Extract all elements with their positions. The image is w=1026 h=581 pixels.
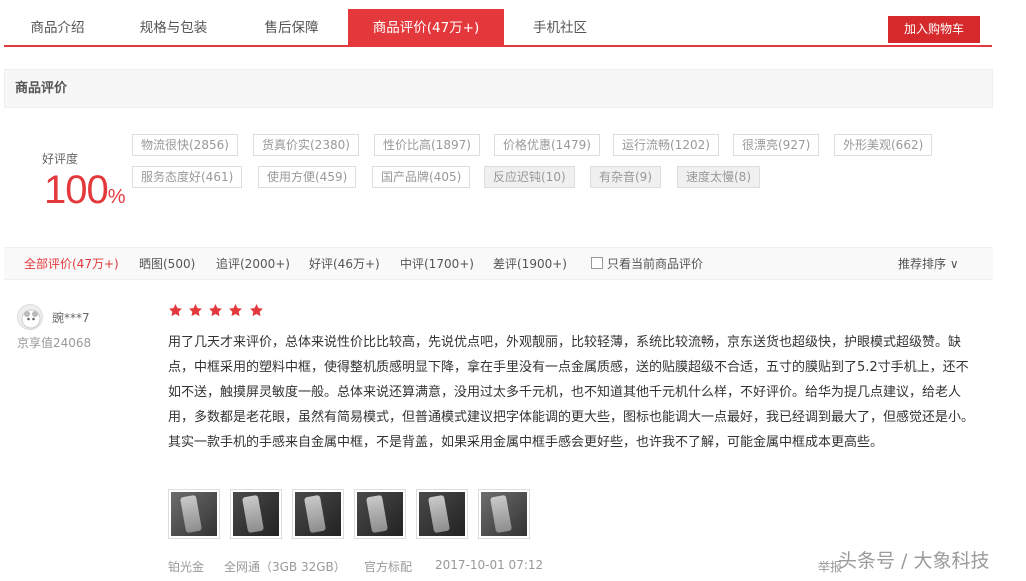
section-title: 商品评价 [4, 69, 993, 108]
review-meta-version: 全网通（3GB 32GB） [224, 560, 346, 574]
review-meta-color: 铂光金 [168, 560, 205, 574]
filter-neutral[interactable]: 中评(1700+) [400, 248, 474, 281]
tag-item[interactable]: 外形美观(662) [834, 134, 933, 156]
tag-item[interactable]: 价格优惠(1479) [494, 134, 600, 156]
tab-after-sales[interactable]: 售后保障 [236, 9, 347, 45]
review-image-thumb[interactable] [354, 489, 406, 539]
chevron-down-icon: ∨ [949, 257, 959, 271]
review-image-thumb[interactable] [478, 489, 530, 539]
rating-value: 100% [44, 166, 126, 221]
watermark: 头条号 / 大象科技 [838, 550, 990, 572]
tag-item-negative[interactable]: 反应迟钝(10) [484, 166, 575, 188]
star-icon [189, 303, 203, 317]
filter-positive[interactable]: 好评(46万+) [309, 248, 380, 281]
review-text: 用了几天才来评价，总体来说性价比比较高，先说优点吧，外观靓丽，比较轻薄，系统比较… [168, 335, 975, 450]
review-meta-package: 官方标配 [364, 560, 413, 574]
tag-item[interactable]: 很漂亮(927) [733, 134, 820, 156]
tag-item[interactable]: 物流很快(2856) [132, 134, 238, 156]
review-user-level: 京享值24068 [17, 336, 92, 350]
star-icon [169, 303, 182, 317]
review-username: 豌***7 [52, 311, 90, 325]
filter-with-images[interactable]: 晒图(500) [139, 248, 195, 281]
tag-item[interactable]: 服务态度好(461) [132, 166, 243, 188]
star-rating [168, 303, 265, 319]
rating-number: 100 [44, 168, 109, 212]
sort-dropdown[interactable]: 推荐排序 ∨ [898, 248, 959, 281]
tag-item[interactable]: 国产品牌(405) [372, 166, 471, 188]
tab-specs[interactable]: 规格与包装 [111, 9, 236, 45]
filter-follow-up[interactable]: 追评(2000+) [216, 248, 290, 281]
tag-item[interactable]: 性价比高(1897) [374, 134, 480, 156]
tag-item[interactable]: 运行流畅(1202) [613, 134, 719, 156]
star-icon [209, 303, 223, 317]
product-tabbar: 商品介绍 规格与包装 售后保障 商品评价(47万+) 手机社区 加入购物车 [4, 9, 992, 47]
only-current-label: 只看当前商品评价 [607, 257, 704, 271]
tab-product-intro[interactable]: 商品介绍 [4, 9, 111, 45]
tag-item[interactable]: 货真价实(2380) [253, 134, 359, 156]
star-icon [229, 303, 243, 317]
review-image-thumb[interactable] [416, 489, 468, 539]
sort-label: 推荐排序 [898, 257, 947, 271]
tag-item-negative[interactable]: 有杂音(9) [590, 166, 661, 188]
review-image-thumb[interactable] [292, 489, 344, 539]
rating-unit: % [107, 186, 126, 208]
only-current-checkbox[interactable] [591, 257, 603, 269]
filter-negative[interactable]: 差评(1900+) [493, 248, 567, 281]
add-to-cart-button[interactable]: 加入购物车 [888, 16, 980, 43]
tag-item[interactable]: 使用方便(459) [258, 166, 357, 188]
review-filter-bar: 全部评价(47万+) 晒图(500) 追评(2000+) 好评(46万+) 中评… [4, 247, 993, 280]
review-image-thumb[interactable] [168, 489, 220, 539]
review-meta-date: 2017-10-01 07:12 [435, 558, 544, 572]
tab-reviews[interactable]: 商品评价(47万+) [348, 9, 504, 45]
tag-item-negative[interactable]: 速度太慢(8) [677, 166, 760, 188]
rating-label: 好评度 [42, 152, 79, 166]
filter-all[interactable]: 全部评价(47万+) [24, 248, 119, 281]
star-icon [249, 303, 263, 317]
review-image-thumb[interactable] [230, 489, 282, 539]
avatar[interactable] [17, 304, 43, 330]
tab-phone-community[interactable]: 手机社区 [504, 9, 616, 45]
